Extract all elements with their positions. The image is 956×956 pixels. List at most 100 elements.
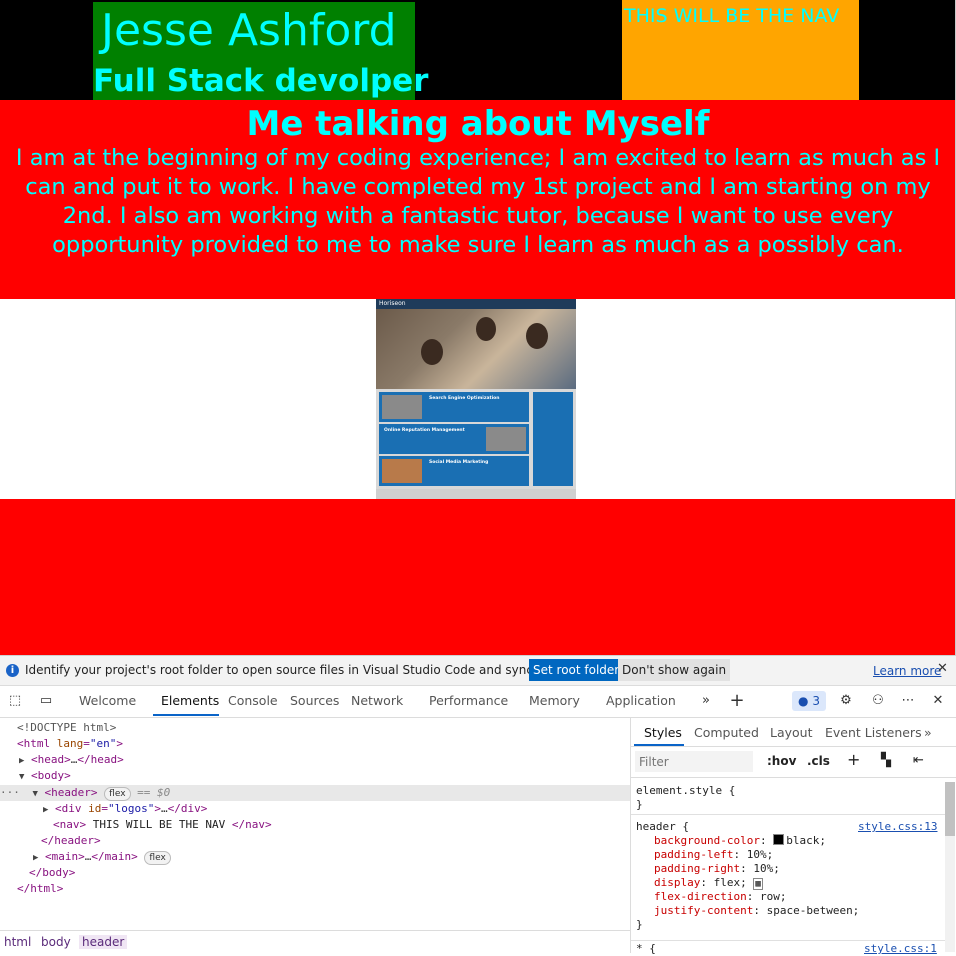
project-image-brand: Horiseon [379,300,406,307]
dom-attr-value: "logos" [108,802,155,815]
declaration-property: padding-left [654,848,734,861]
element-style-rule: element.style { } [636,784,735,812]
hero-person [476,317,496,341]
devtools-panel: i Identify your project's root folder to… [0,655,956,956]
universal-style-rule: * { [636,942,656,956]
tab-styles[interactable]: Styles [644,725,682,740]
styles-scrollbar-thumb[interactable] [945,782,955,836]
dom-node-nav[interactable]: <nav> THIS WILL BE THE NAV </nav> [53,817,272,833]
rule-selector: header { [636,820,689,833]
color-format-icon[interactable]: ▚ [881,753,891,768]
breadcrumb-html[interactable]: html [4,935,31,949]
learn-more-link[interactable]: Learn more [873,664,941,678]
feedback-icon[interactable]: ⚇ [870,694,886,708]
dont-show-again-button[interactable]: Don't show again [618,659,731,681]
expand-caret-icon[interactable]: ▶ [19,756,24,766]
selected-marker: == $0 [137,786,171,799]
dom-node-more-icon[interactable]: ··· [0,786,20,799]
declaration-property: display [654,876,701,889]
dom-tag-name: nav [245,818,265,831]
set-root-folder-button[interactable]: Set root folder [529,659,624,681]
close-devtools-icon[interactable]: ✕ [930,694,946,708]
expand-caret-icon[interactable]: ▶ [43,805,48,815]
dom-node-main[interactable]: ▶ <main>…</main> flex [33,849,171,865]
dom-node-div-logos[interactable]: ▶ <div id="logos">…</div> [43,801,207,817]
style-declaration[interactable]: display: flex; ▦ [636,876,859,890]
about-title: Me talking about Myself [246,104,710,144]
breadcrumb: html body header [0,930,630,953]
tab-elements[interactable]: Elements [161,693,219,708]
project-image-hero [376,309,576,389]
more-tabs-icon[interactable]: » [698,694,714,708]
tab-sources[interactable]: Sources [290,693,339,708]
dom-tag-name: html [23,737,51,750]
style-declaration[interactable]: background-color: black; [636,834,859,848]
flexbox-editor-icon[interactable]: ▦ [753,878,763,890]
about-section: Me talking about Myself I am at the begi… [0,100,956,299]
tab-computed[interactable]: Computed [694,725,759,740]
issues-badge[interactable]: ● 3 [792,691,826,711]
tab-application[interactable]: Application [606,693,676,708]
project-image-footer [376,489,576,499]
rule-divider [631,940,947,941]
project-screenshot-image: Horiseon Search Engine Optimization Onli… [376,299,576,499]
header-rule-source-link[interactable]: style.css:13 [858,820,937,833]
toggle-sidebar-icon[interactable]: ⇤ [913,753,924,768]
active-tab-indicator [634,744,684,746]
styles-filter-input[interactable] [635,751,753,772]
dom-node-header[interactable]: ··· ▼ <header> flex == $0 [0,785,170,801]
styles-panel: Styles Computed Layout Event Listeners »… [630,718,956,956]
declaration-value: 10%; [746,848,774,861]
logos-block: Jesse Ashford Full Stack devolper [93,2,428,100]
tab-network[interactable]: Network [351,693,403,708]
card-thumbnail [382,395,422,419]
color-swatch[interactable] [773,834,785,845]
style-declaration[interactable]: flex-direction: row; [636,890,859,904]
new-style-rule-icon[interactable]: + [847,750,860,769]
style-declaration[interactable]: padding-left: 10%; [636,848,859,862]
dom-node-html-close: </html> [17,882,64,895]
dom-tag-name: main [51,850,79,863]
dom-node-body[interactable]: ▼ <body> [19,768,71,784]
style-declaration[interactable]: justify-content: space-between; [636,904,859,918]
collapse-caret-icon[interactable]: ▼ [33,789,38,799]
site-header: Jesse Ashford Full Stack devolper THIS W… [0,0,956,100]
add-tab-icon[interactable]: + [729,692,745,710]
universal-rule-source-link[interactable]: style.css:1 [864,942,937,955]
device-toolbar-icon[interactable]: ▭ [38,694,54,708]
flex-badge[interactable]: flex [144,851,171,865]
tab-console[interactable]: Console [228,693,278,708]
settings-gear-icon[interactable]: ⚙ [838,694,854,708]
breadcrumb-body[interactable]: body [41,935,71,949]
dom-tag-name: header [51,786,91,799]
declaration-property: flex-direction [654,890,747,903]
hover-state-button[interactable]: :hov [767,754,796,768]
card-thumbnail [486,427,526,451]
tab-memory[interactable]: Memory [529,693,580,708]
style-declaration[interactable]: padding-right: 10%; [636,862,859,876]
close-icon[interactable]: ✕ [937,661,948,676]
tab-layout[interactable]: Layout [770,725,813,740]
rule-selector: element.style { [636,784,736,797]
collapse-caret-icon[interactable]: ▼ [19,772,24,782]
dom-tag-name: body [42,866,69,879]
tab-event-listeners[interactable]: Event Listeners [825,725,922,740]
dom-tag-name: div [61,802,82,815]
tab-performance[interactable]: Performance [429,693,508,708]
dom-node-head[interactable]: ▶ <head>…</head> [19,752,124,768]
rule-close-brace: } [636,918,643,931]
class-toggle-button[interactable]: .cls [807,754,830,768]
project-image-topbar: Horiseon [376,299,576,309]
declaration-property: background-color [654,834,760,847]
dom-node-html[interactable]: <html lang="en"> [17,736,123,752]
dom-tag-name: main [104,850,132,863]
styles-tabbar: Styles Computed Layout Event Listeners » [631,718,956,747]
more-options-icon[interactable]: ⋯ [900,694,916,708]
more-tabs-icon[interactable]: » [924,725,932,740]
expand-caret-icon[interactable]: ▶ [33,853,38,863]
flex-badge[interactable]: flex [104,787,131,801]
tab-welcome[interactable]: Welcome [79,693,136,708]
breadcrumb-header[interactable]: header [79,935,128,949]
inspect-element-icon[interactable]: ⬚ [7,694,23,708]
dom-tag-name: body [37,769,65,782]
